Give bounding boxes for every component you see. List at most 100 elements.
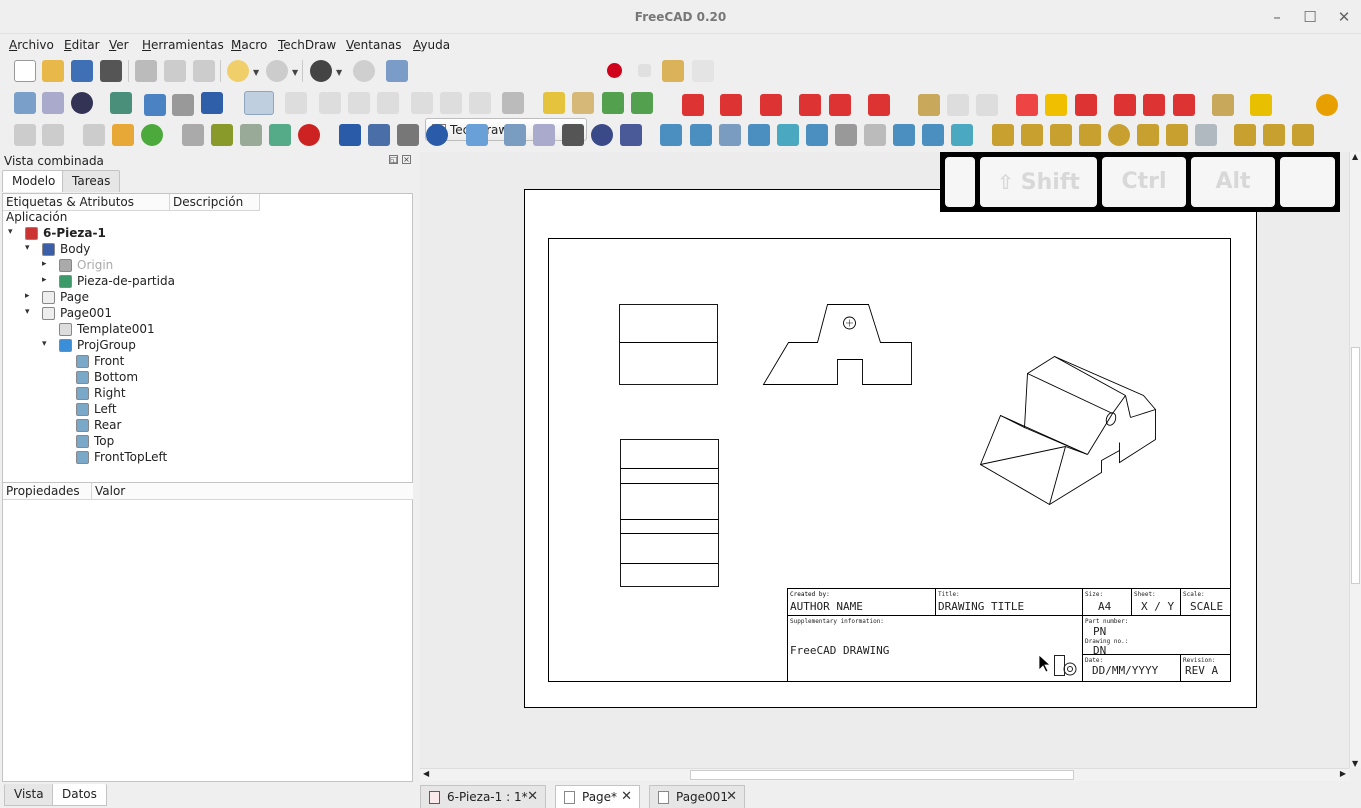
tb-supp[interactable]: FreeCAD DRAWING [790,644,889,657]
macros-editor-icon[interactable] [662,60,684,82]
expand-arrow-icon[interactable]: ▾ [8,227,13,237]
whats-this-icon[interactable] [386,60,408,82]
collapse-arrow-icon[interactable]: ▸ [42,275,47,285]
tree-item[interactable]: Left [3,402,408,418]
dimension-vertical-icon[interactable] [720,94,742,116]
close-tab-icon[interactable]: ✕ [527,789,538,804]
refresh-icon[interactable] [353,60,375,82]
spreadsheet-view-icon[interactable] [864,124,886,146]
frame-icon[interactable] [1250,94,1272,116]
new-document-icon[interactable] [14,60,36,82]
tree-item[interactable]: ▸ Page [3,290,408,306]
print-icon[interactable] [100,60,122,82]
annotation-icon[interactable] [918,94,940,116]
vertex-icon[interactable] [1114,94,1136,116]
arrange-icon[interactable] [1212,94,1234,116]
group-icon[interactable] [572,92,594,114]
draw-style-icon[interactable] [71,92,93,114]
paste-icon[interactable] [193,60,215,82]
horizontal-dimension-icon[interactable] [1021,124,1043,146]
menu-archivo[interactable]: Archivo [9,38,54,52]
scroll-down-icon[interactable]: ▼ [1352,759,1358,768]
expand-arrow-icon[interactable]: ▾ [25,307,30,317]
drawing-page[interactable]: Created by: AUTHOR NAME Title: DRAWING T… [524,189,1257,708]
redraw-icon[interactable] [141,124,163,146]
record-macro-icon[interactable] [607,63,622,78]
tb-part[interactable]: PN [1093,625,1106,638]
tb-scale[interactable]: SCALE [1190,600,1223,613]
clip-group-icon[interactable] [922,124,944,146]
tb-drawing[interactable]: DN [1093,644,1106,657]
minimize-button[interactable]: – [1267,8,1287,26]
cosmetic-edit-icon[interactable] [1045,94,1067,116]
export-dxf-icon[interactable] [42,124,64,146]
rear-view-icon[interactable] [411,92,433,114]
toggle-frames-icon[interactable] [240,124,262,146]
tree-item[interactable]: FrontTopLeft [3,450,408,466]
scroll-right-icon[interactable]: ▶ [1340,769,1346,778]
symbol-icon[interactable] [947,94,969,116]
execute-macro-icon[interactable] [692,60,714,82]
cut-icon[interactable] [135,60,157,82]
active-view-icon[interactable] [719,124,741,146]
measure-icon[interactable] [502,92,524,114]
close-tab-icon[interactable]: ✕ [621,789,632,804]
collapse-arrow-icon[interactable]: ▸ [42,259,47,269]
tab-vista[interactable]: Vista [4,784,54,806]
menu-techdraw[interactable]: TechDraw [278,38,336,52]
rich-annotation-icon[interactable] [397,124,419,146]
link-icon[interactable] [602,92,624,114]
spreadsheet-icon[interactable] [620,124,642,146]
tree-item[interactable]: ▸ Pieza-de-partida [3,274,408,290]
bounding-box-icon[interactable] [110,92,132,114]
draft-view-icon[interactable] [835,124,857,146]
maximize-button[interactable]: ☐ [1300,8,1320,26]
tab-modelo[interactable]: Modelo [2,170,66,192]
template-edit-icon[interactable] [1054,655,1077,676]
extent-dimension-icon[interactable] [1195,124,1217,146]
doc-tab-part[interactable]: 6-Pieza-1 : 1* ✕ [420,785,546,808]
tb-date[interactable]: DD/MM/YYYY [1092,664,1158,677]
link-dimension-icon[interactable] [1234,124,1256,146]
tree-item[interactable]: Bottom [3,370,408,386]
workbench-checker-icon[interactable] [310,60,332,82]
scroll-left-icon[interactable]: ◀ [423,769,429,778]
insert-page-icon[interactable] [83,124,105,146]
diameter-dimension-icon[interactable] [1108,124,1130,146]
insert-template-icon[interactable] [112,124,134,146]
redo-icon[interactable] [266,60,288,82]
fit-all-icon[interactable] [14,92,36,114]
zoom-icon[interactable] [244,91,274,115]
quadrant-icon[interactable] [1173,94,1195,116]
doc-tab-page001[interactable]: Page001 ✕ [649,785,745,808]
image-icon[interactable] [976,94,998,116]
close-panel-icon[interactable]: × [402,155,411,164]
multi-view-icon[interactable] [748,124,770,146]
image-insert-icon[interactable] [269,124,291,146]
tb-rev[interactable]: REV A [1185,664,1218,677]
std-views-icon[interactable] [201,92,223,114]
camera-icon[interactable] [690,124,712,146]
bottom-view-icon[interactable] [440,92,462,114]
back-arrow-icon[interactable] [144,94,166,116]
expand-arrow-icon[interactable]: ▾ [42,339,47,349]
projection-icon[interactable] [660,124,682,146]
fit-selection-icon[interactable] [42,92,64,114]
detail-icon[interactable] [806,124,828,146]
length-dimension-icon[interactable] [992,124,1014,146]
tree-item[interactable]: Template001 [3,322,408,338]
area-dimension-icon[interactable] [1292,124,1314,146]
drawing-canvas[interactable]: Created by: AUTHOR NAME Title: DRAWING T… [420,152,1349,768]
box-icon[interactable] [777,124,799,146]
eraser-icon[interactable] [533,124,555,146]
vertical-scrollbar[interactable]: ▲ ▼ [1349,152,1361,768]
collapse-arrow-icon[interactable]: ▸ [25,291,30,301]
tree-item[interactable]: Rear [3,418,408,434]
hatch-icon[interactable] [182,124,204,146]
tree-item[interactable]: ▾ ProjGroup [3,338,408,354]
copy-icon[interactable] [164,60,186,82]
isometric-view-icon[interactable] [285,92,307,114]
section-icon[interactable] [466,124,488,146]
line-icon[interactable] [504,124,526,146]
open-folder-icon[interactable] [42,60,64,82]
